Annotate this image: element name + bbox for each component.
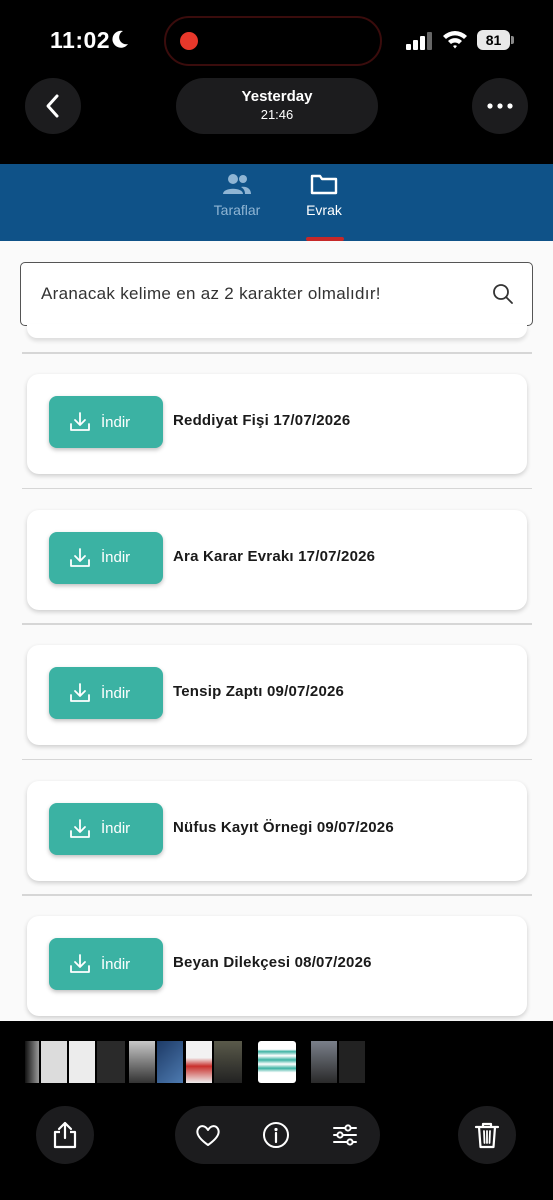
ellipsis-icon: [487, 103, 513, 109]
document-title: Tensip Zaptı 09/07/2026: [173, 683, 345, 700]
filmstrip-thumbnail[interactable]: [214, 1041, 242, 1083]
filmstrip-thumbnail[interactable]: [258, 1041, 296, 1083]
battery-indicator: 81: [477, 30, 515, 50]
search-placeholder: Aranacak kelime en az 2 karakter olmalıd…: [41, 284, 381, 303]
document-title: Nüfus Kayıt Örnegi 09/07/2026: [173, 818, 394, 836]
cellular-signal-icon: [406, 32, 432, 50]
people-icon: [223, 174, 251, 194]
active-tab-indicator: [306, 237, 344, 241]
back-button[interactable]: [25, 78, 81, 134]
download-label: İndir: [101, 820, 131, 837]
document-card: İndir Beyan Dilekçesi 08/07/2026: [27, 916, 527, 1016]
download-button[interactable]: İndir: [49, 938, 163, 990]
list-item: İndir Reddiyat Fişi 17/07/2026: [0, 352, 553, 488]
heart-icon[interactable]: [194, 1121, 222, 1149]
photo-filmstrip[interactable]: [25, 1041, 370, 1083]
list-item: İndir Nüfus Kayıt Örnegi 09/07/2026: [0, 758, 553, 895]
divider: [22, 352, 532, 354]
search-field[interactable]: Aranacak kelime en az 2 karakter olmalıd…: [20, 262, 533, 326]
date-pill[interactable]: Yesterday 21:46: [176, 78, 378, 134]
list-item: İndir Tensip Zaptı 09/07/2026: [0, 623, 553, 759]
divider: [22, 758, 532, 760]
filmstrip-thumbnail[interactable]: [97, 1041, 125, 1083]
share-button[interactable]: [36, 1106, 94, 1164]
trash-icon: [474, 1122, 500, 1149]
download-label: İndir: [101, 955, 131, 973]
filmstrip-thumbnail[interactable]: [41, 1041, 67, 1083]
filmstrip-thumbnail[interactable]: [311, 1041, 337, 1083]
folder-icon: [310, 174, 338, 195]
search-icon[interactable]: [492, 283, 514, 305]
filmstrip-thumbnail[interactable]: [69, 1041, 95, 1083]
filmstrip-thumbnail[interactable]: [25, 1041, 39, 1083]
document-card: İndir Nüfus Kayıt Örnegi 09/07/2026: [27, 780, 527, 881]
photo-actions-bar: [175, 1106, 380, 1164]
status-time: 11:02: [50, 27, 111, 53]
download-icon: [70, 683, 90, 702]
previous-card-edge: [27, 324, 527, 338]
filmstrip-thumbnail[interactable]: [186, 1041, 212, 1083]
time-label: 21:46: [260, 107, 294, 122]
download-icon: [70, 818, 90, 838]
download-icon: [70, 954, 90, 973]
tab-evrak-label: Evrak: [306, 202, 342, 218]
filmstrip-thumbnail[interactable]: [339, 1041, 365, 1083]
document-title: Ara Karar Evrakı 17/07/2026: [173, 547, 376, 565]
download-button[interactable]: İndir: [49, 396, 163, 448]
download-label: İndir: [101, 413, 131, 431]
divider: [22, 487, 532, 489]
tab-bar: Taraflar Evrak: [0, 164, 553, 241]
document-card: İndir Reddiyat Fişi 17/07/2026: [27, 374, 527, 474]
delete-button[interactable]: [458, 1106, 516, 1164]
app-screen: Taraflar Evrak Aranacak kelime en az 2 k…: [0, 164, 553, 1021]
info-icon[interactable]: [262, 1121, 290, 1149]
list-item: İndir Ara Karar Evrakı 17/07/2026: [0, 487, 553, 624]
recording-indicator: [180, 32, 198, 50]
download-icon: [70, 547, 90, 567]
divider: [22, 894, 532, 896]
download-icon: [70, 412, 90, 431]
download-label: İndir: [101, 684, 131, 702]
filmstrip-thumbnail[interactable]: [157, 1041, 183, 1083]
document-card: İndir Tensip Zaptı 09/07/2026: [27, 645, 527, 745]
document-list: İndir Reddiyat Fişi 17/07/2026 İndir Ara…: [0, 352, 553, 1021]
more-options-button[interactable]: [472, 78, 528, 134]
battery-level: 81: [477, 30, 510, 50]
document-card: İndir Ara Karar Evrakı 17/07/2026: [27, 509, 527, 610]
document-title: Reddiyat Fişi 17/07/2026: [173, 412, 351, 429]
wifi-icon: [443, 31, 467, 49]
adjust-icon[interactable]: [331, 1121, 359, 1149]
moon-icon: [112, 30, 128, 48]
chevron-left-icon: [46, 94, 59, 118]
date-label: Yesterday: [241, 88, 313, 105]
share-icon: [53, 1121, 77, 1149]
tab-taraflar[interactable]: Taraflar: [200, 170, 274, 241]
dynamic-island: [164, 16, 382, 66]
tab-evrak[interactable]: Evrak: [298, 170, 350, 241]
document-title: Beyan Dilekçesi 08/07/2026: [173, 954, 372, 971]
list-item: İndir Beyan Dilekçesi 08/07/2026: [0, 894, 553, 1021]
tab-taraflar-label: Taraflar: [213, 202, 261, 218]
download-button[interactable]: İndir: [49, 802, 163, 855]
filmstrip-thumbnail[interactable]: [129, 1041, 155, 1083]
download-button[interactable]: İndir: [49, 667, 163, 719]
divider: [22, 623, 532, 625]
status-bar: 11:02 81: [0, 0, 553, 80]
battery-tip: [511, 36, 514, 44]
download-button[interactable]: İndir: [49, 531, 163, 584]
download-label: İndir: [101, 549, 131, 566]
